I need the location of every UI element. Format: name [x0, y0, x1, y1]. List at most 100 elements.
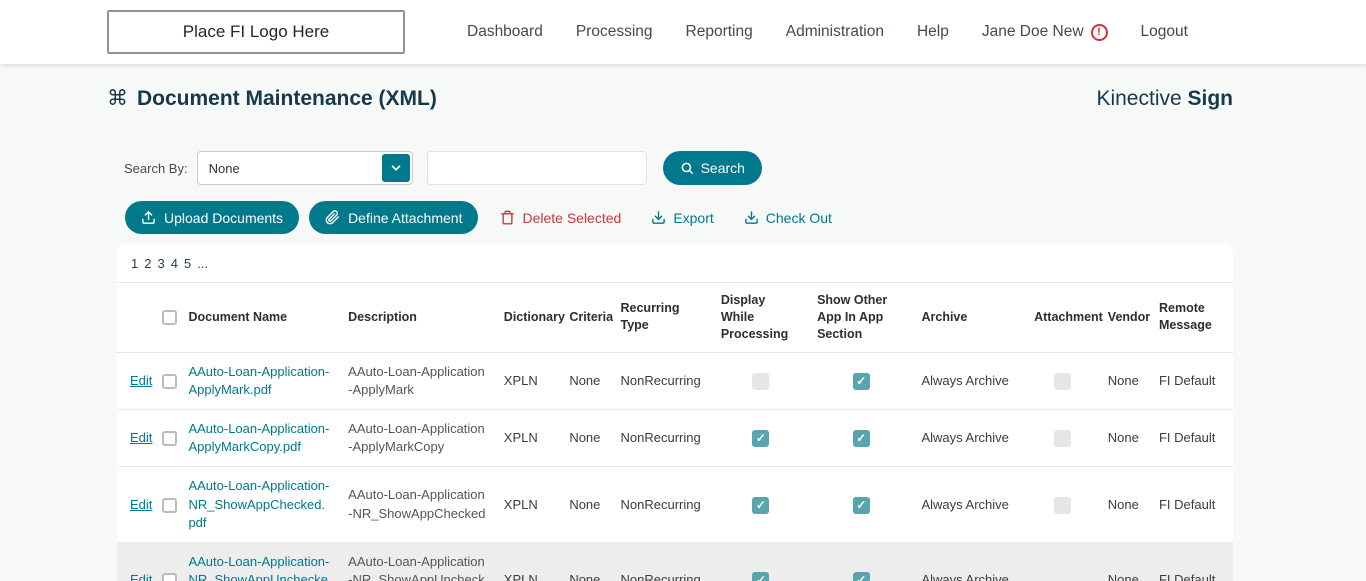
col-display-while-processing: Display While Processing [712, 282, 810, 353]
table-row: Edit AAuto-Loan-Application-ApplyMarkCop… [117, 409, 1233, 468]
nav-user-profile[interactable]: Jane Doe New ! [982, 23, 1108, 41]
nav-administration[interactable]: Administration [786, 23, 884, 41]
edit-link[interactable]: Edit [130, 430, 152, 445]
nav-administration-label: Administration [785, 23, 884, 40]
display-while-processing-checkbox[interactable] [752, 430, 770, 448]
dictionary-cell: XPLN [495, 466, 562, 543]
row-select-checkbox[interactable] [161, 373, 177, 389]
show-other-app-cell [809, 352, 914, 411]
row-select-checkbox[interactable] [161, 431, 177, 447]
display-while-processing-checkbox[interactable] [752, 572, 770, 581]
document-name-link[interactable]: AAuto-Loan-Application-ApplyMark.pdf [188, 364, 329, 397]
archive-cell: Always Archive [913, 542, 1027, 581]
search-by-label: Search By: [124, 160, 188, 176]
show-other-app-checkbox[interactable] [852, 572, 870, 581]
recurring-type-cell: NonRecurring [612, 542, 713, 581]
edit-link[interactable]: Edit [130, 373, 152, 388]
remote-message-cell: FI Default [1150, 352, 1233, 411]
document-name-cell: AAuto-Loan-Application-ApplyMark.pdf [180, 352, 341, 411]
delete-selected-label: Delete Selected [522, 209, 622, 226]
check-out-button[interactable]: Check Out [744, 210, 832, 226]
nav-dashboard[interactable]: Dashboard [467, 23, 543, 41]
show-other-app-cell [809, 466, 914, 543]
criteria-cell: None [561, 466, 613, 543]
upload-documents-button[interactable]: Upload Documents [125, 201, 300, 234]
edit-link[interactable]: Edit [130, 572, 152, 581]
search-input[interactable] [426, 151, 647, 185]
remote-message-cell: FI Default [1150, 466, 1233, 543]
archive-cell: Always Archive [913, 409, 1027, 468]
col-dictionary: Dictionary [495, 282, 565, 353]
nav-logout[interactable]: Logout [1141, 23, 1188, 41]
table-header-row: Document Name Description Dictionary Cri… [117, 282, 1233, 353]
attachment-checkbox[interactable] [1054, 496, 1072, 514]
search-button-label: Search [700, 160, 745, 176]
col-remote-message: Remote Message [1150, 282, 1233, 353]
document-name-cell: AAuto-Loan-Application-ApplyMarkCopy.pdf [180, 409, 341, 468]
edit-cell: Edit [117, 542, 154, 581]
page-link-1[interactable]: 1 [131, 256, 138, 271]
show-other-app-checkbox[interactable] [852, 496, 870, 514]
select-all-checkbox[interactable] [161, 310, 177, 326]
document-name-link[interactable]: AAuto-Loan-Application-NR_ShowAppChecked… [188, 478, 329, 529]
page-link-4[interactable]: 4 [171, 256, 178, 271]
toolbar-row: Upload Documents Define Attachment Delet… [125, 201, 1366, 234]
attachment-checkbox[interactable] [1054, 430, 1072, 448]
user-name-label: Jane Doe New [981, 23, 1084, 40]
fi-logo-text: Place FI Logo Here [182, 22, 330, 41]
nav-processing-label: Processing [575, 23, 653, 40]
nav-reporting[interactable]: Reporting [686, 23, 753, 41]
trash-icon [500, 210, 515, 225]
col-vendor: Vendor [1099, 282, 1151, 353]
show-other-app-checkbox[interactable] [852, 430, 870, 448]
delete-selected-button[interactable]: Delete Selected [500, 210, 621, 226]
edit-column-header [117, 282, 154, 353]
define-attachment-button[interactable]: Define Attachment [309, 201, 479, 234]
attachment-checkbox[interactable] [1054, 372, 1072, 390]
document-name-link[interactable]: AAuto-Loan-Application-NR_ShowAppUncheck… [188, 554, 329, 581]
table-row: Edit AAuto-Loan-Application-NR_ShowAppCh… [117, 466, 1233, 543]
row-select-cell [153, 409, 181, 468]
vendor-cell: None [1099, 466, 1151, 543]
fi-logo-placeholder: Place FI Logo Here [107, 10, 405, 54]
dictionary-cell: XPLN [495, 352, 562, 411]
edit-cell: Edit [117, 352, 154, 411]
show-other-app-cell [809, 542, 914, 581]
page-link-2[interactable]: 2 [144, 256, 151, 271]
alert-icon: ! [1090, 23, 1108, 41]
col-document-name: Document Name [180, 282, 341, 353]
criteria-cell: None [561, 352, 613, 411]
page-title-text: Document Maintenance (XML) [137, 86, 437, 110]
attachment-cell [1026, 466, 1100, 543]
download-icon [651, 210, 666, 225]
page-link-3[interactable]: 3 [157, 256, 164, 271]
display-while-processing-checkbox[interactable] [752, 496, 770, 514]
search-button[interactable]: Search [662, 151, 762, 185]
search-by-dropdown-value: None [208, 160, 240, 176]
page-link-5[interactable]: 5 [184, 256, 191, 271]
display-while-processing-checkbox[interactable] [752, 372, 770, 390]
nav-processing[interactable]: Processing [576, 23, 653, 41]
attachment-cell [1026, 409, 1100, 468]
row-select-checkbox[interactable] [161, 497, 177, 513]
display-while-processing-cell [712, 542, 810, 581]
title-row: ⌘ Document Maintenance (XML) Kinective S… [107, 86, 1233, 111]
show-other-app-checkbox[interactable] [852, 372, 870, 390]
nav-help[interactable]: Help [917, 23, 949, 41]
main-nav: Dashboard Processing Reporting Administr… [467, 23, 1188, 41]
edit-link[interactable]: Edit [130, 497, 152, 512]
brand-suffix: Sign [1187, 86, 1234, 110]
document-name-link[interactable]: AAuto-Loan-Application-ApplyMarkCopy.pdf [188, 421, 329, 454]
export-button[interactable]: Export [651, 210, 714, 226]
nav-dashboard-label: Dashboard [467, 23, 543, 40]
nav-help-label: Help [916, 23, 949, 40]
criteria-cell: None [561, 409, 613, 468]
row-select-checkbox[interactable] [161, 573, 177, 581]
page-link-more[interactable]: ... [197, 256, 208, 271]
upload-documents-label: Upload Documents [164, 209, 284, 226]
display-while-processing-cell [712, 466, 810, 543]
search-by-dropdown[interactable]: None [196, 151, 413, 185]
dictionary-cell: XPLN [495, 409, 562, 468]
command-icon: ⌘ [107, 87, 128, 110]
display-while-processing-cell [712, 352, 810, 411]
